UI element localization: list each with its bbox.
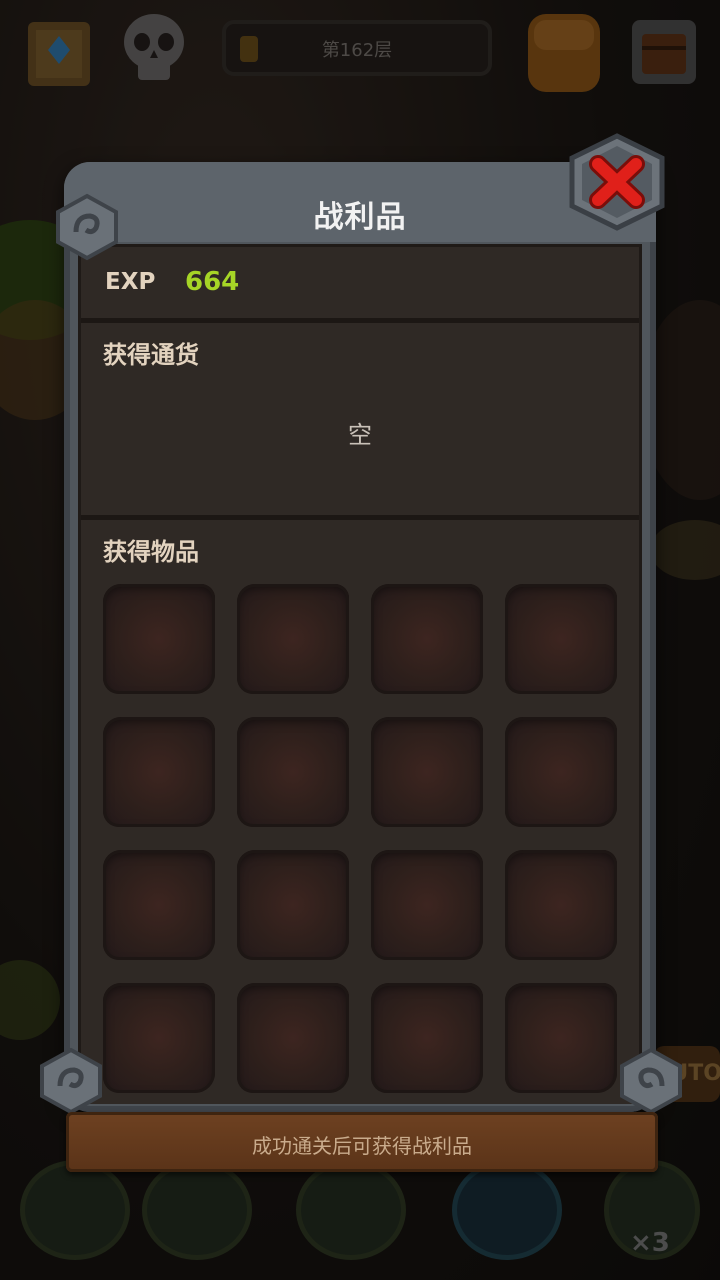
item-slot[interactable] — [103, 717, 215, 827]
item-slot[interactable] — [237, 584, 349, 694]
exp-section: EXP 664 — [81, 247, 639, 323]
exp-value: 664 — [185, 267, 240, 297]
loot-hint-text: 成功通关后可获得战利品 — [252, 1134, 472, 1158]
loot-hint-banner: 成功通关后可获得战利品 — [66, 1112, 658, 1172]
item-slot[interactable] — [371, 584, 483, 694]
item-slot[interactable] — [103, 850, 215, 960]
currency-empty-text: 空 — [348, 421, 372, 449]
item-slot[interactable] — [505, 850, 617, 960]
currency-section: 获得通货 空 — [81, 323, 639, 520]
corner-ornament-icon — [40, 1047, 102, 1115]
modal-frame: 战利品 EXP 664 获得通货 空 获得物品 — [64, 162, 656, 1112]
item-slot[interactable] — [103, 584, 215, 694]
exp-label: EXP — [105, 269, 156, 295]
item-slot[interactable] — [371, 717, 483, 827]
item-slot[interactable] — [505, 584, 617, 694]
item-slot[interactable] — [505, 983, 617, 1093]
item-slot[interactable] — [103, 983, 215, 1093]
items-title: 获得物品 — [103, 538, 199, 566]
item-slot[interactable] — [371, 983, 483, 1093]
item-slot[interactable] — [237, 717, 349, 827]
loot-modal: 战利品 EXP 664 获得通货 空 获得物品 — [40, 133, 682, 1115]
item-slot[interactable] — [505, 717, 617, 827]
item-slot[interactable] — [371, 850, 483, 960]
item-slot[interactable] — [237, 850, 349, 960]
close-button[interactable] — [562, 132, 672, 232]
corner-ornament-icon — [620, 1047, 682, 1115]
items-section: 获得物品 — [81, 520, 639, 1104]
currency-title: 获得通货 — [103, 341, 199, 369]
item-slot[interactable] — [237, 983, 349, 1093]
corner-ornament-icon — [56, 193, 118, 261]
modal-content: EXP 664 获得通货 空 获得物品 — [78, 244, 642, 1104]
